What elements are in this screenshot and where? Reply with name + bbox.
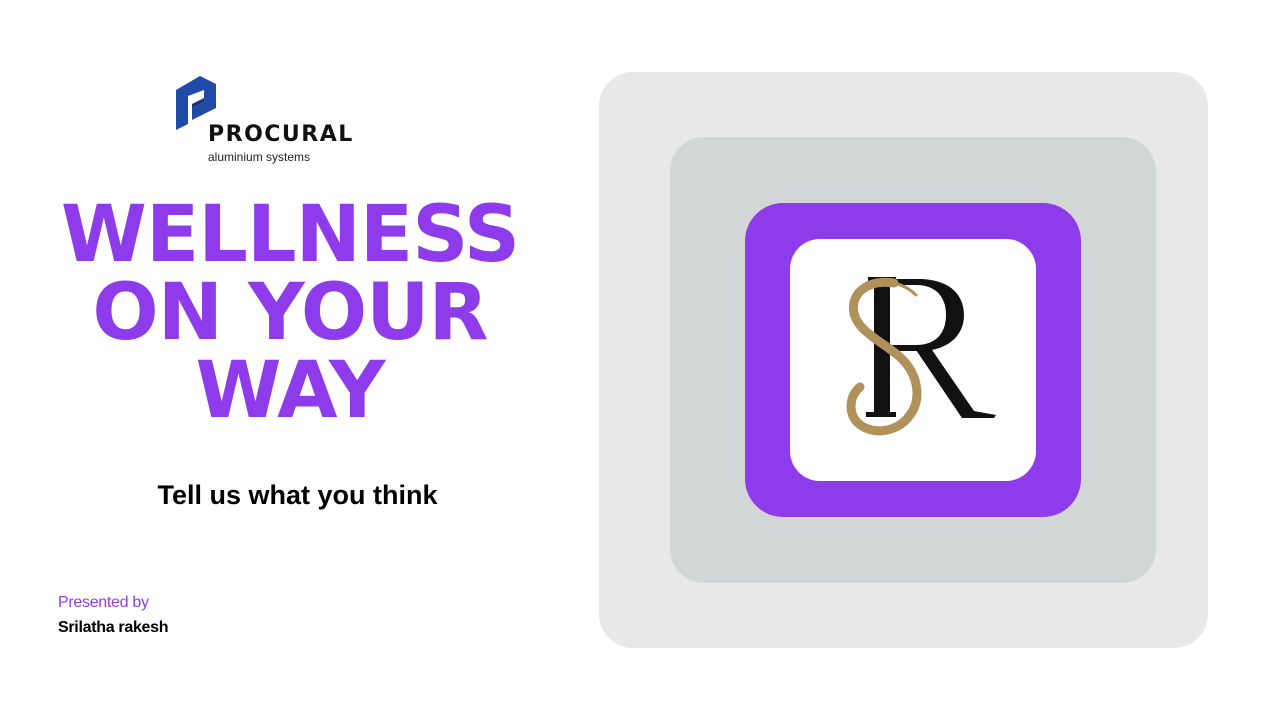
headline-line-1: WELLNESS [60, 190, 520, 280]
brand-tagline: aluminium systems [208, 150, 311, 164]
subheading: Tell us what you think [157, 480, 438, 510]
brand-name: PROCURAL [208, 122, 354, 147]
headline-line-3: WAY [195, 346, 386, 436]
presented-by-label: Presented by [58, 594, 149, 611]
headline-line-2: ON YOUR [92, 268, 488, 358]
page-title: WELLNESS ON YOUR WAY [40, 196, 540, 430]
sr-monogram-logo-icon [846, 277, 996, 436]
procural-logo: PROCURAL aluminium systems [174, 74, 414, 170]
presenter-name: Srilatha rakesh [58, 619, 169, 636]
